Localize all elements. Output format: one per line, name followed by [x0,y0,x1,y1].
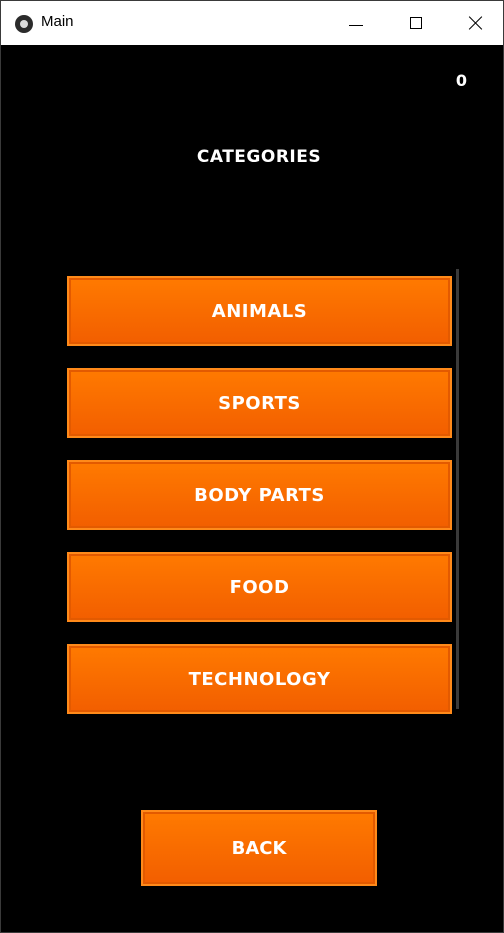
window-title: Main [41,13,74,30]
category-list-scrollbar[interactable] [456,269,459,709]
app-logo-icon [15,15,33,33]
app-window: Main 0 CATEGORIES ANIMALS SPORTS BODY PA… [0,0,504,933]
category-button-sports[interactable]: SPORTS [67,368,452,438]
minimize-button[interactable] [327,1,385,45]
main-content: 0 CATEGORIES ANIMALS SPORTS BODY PARTS F… [1,45,503,932]
score-counter: 0 [455,71,467,90]
category-button-technology[interactable]: TECHNOLOGY [67,644,452,714]
category-button-animals[interactable]: ANIMALS [67,276,452,346]
minimize-icon [349,25,363,26]
title-bar: Main [1,1,503,45]
maximize-icon [410,17,422,29]
maximize-button[interactable] [387,1,445,45]
category-button-food[interactable]: FOOD [67,552,452,622]
back-button[interactable]: BACK [141,810,377,886]
category-button-body-parts[interactable]: BODY PARTS [67,460,452,530]
close-button[interactable] [447,1,504,45]
page-title: CATEGORIES [196,147,322,167]
close-icon [469,16,483,30]
